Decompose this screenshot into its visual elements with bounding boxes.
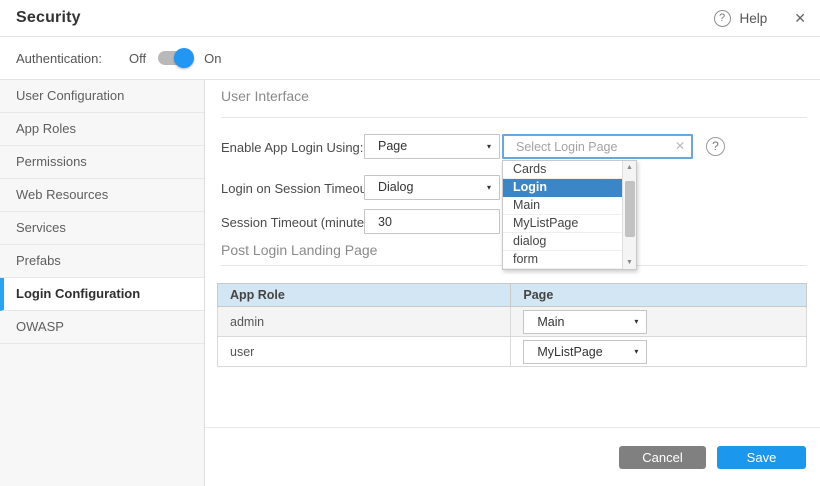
security-dialog: Security ? Help ✕ Authentication: Off On… bbox=[0, 0, 820, 486]
session-timeout-minutes-label: Session Timeout (minutes): bbox=[221, 215, 379, 230]
role-cell-admin: admin bbox=[218, 307, 511, 337]
chevron-down-icon: ▾ bbox=[634, 311, 638, 333]
section-divider bbox=[221, 117, 807, 118]
dropdown-option-main[interactable]: Main bbox=[503, 197, 622, 215]
authentication-toggle[interactable] bbox=[158, 51, 191, 65]
column-header-page: Page bbox=[511, 284, 807, 307]
dropdown-option-form[interactable]: form bbox=[503, 251, 622, 269]
admin-page-select[interactable]: Main ▾ bbox=[523, 310, 647, 334]
toggle-off-label: Off bbox=[129, 51, 146, 66]
session-timeout-mode-value: Dialog bbox=[378, 180, 413, 194]
login-type-select[interactable]: Page ▾ bbox=[364, 134, 500, 159]
authentication-label: Authentication: bbox=[16, 51, 102, 66]
sidebar-item-owasp[interactable]: OWASP bbox=[0, 311, 204, 344]
session-timeout-mode-select[interactable]: Dialog ▾ bbox=[364, 175, 500, 200]
column-header-app-role: App Role bbox=[218, 284, 511, 307]
toggle-thumb bbox=[174, 48, 194, 68]
save-button[interactable]: Save bbox=[717, 446, 806, 469]
sidebar-item-prefabs[interactable]: Prefabs bbox=[0, 245, 204, 278]
scroll-down-icon[interactable]: ▼ bbox=[623, 259, 636, 266]
admin-page-value: Main bbox=[537, 315, 564, 329]
toggle-on-label: On bbox=[204, 51, 221, 66]
login-page-input[interactable] bbox=[502, 134, 693, 159]
sidebar-item-app-roles[interactable]: App Roles bbox=[0, 113, 204, 146]
sidebar-item-user-configuration[interactable]: User Configuration bbox=[0, 80, 204, 113]
authentication-bar: Authentication: Off On bbox=[0, 37, 820, 80]
chevron-down-icon: ▾ bbox=[634, 341, 638, 363]
content-panel: User Interface Enable App Login Using: P… bbox=[205, 80, 820, 486]
scroll-up-icon[interactable]: ▲ bbox=[623, 164, 636, 171]
login-page-dropdown-list: Cards Login Main MyListPage dialog form … bbox=[502, 160, 637, 270]
dropdown-option-mylistpage[interactable]: MyListPage bbox=[503, 215, 622, 233]
dropdown-option-cards[interactable]: Cards bbox=[503, 161, 622, 179]
sidebar-item-web-resources[interactable]: Web Resources bbox=[0, 179, 204, 212]
dropdown-option-dialog[interactable]: dialog bbox=[503, 233, 622, 251]
footer-divider bbox=[205, 427, 820, 428]
enable-app-login-label: Enable App Login Using: bbox=[221, 140, 363, 155]
user-page-select[interactable]: MyListPage ▾ bbox=[523, 340, 647, 364]
user-page-value: MyListPage bbox=[537, 345, 602, 359]
sidebar-item-services[interactable]: Services bbox=[0, 212, 204, 245]
help-icon[interactable]: ? bbox=[714, 10, 731, 27]
section-title-post-login: Post Login Landing Page bbox=[221, 242, 377, 258]
cancel-button[interactable]: Cancel bbox=[619, 446, 706, 469]
dropdown-option-login-selected[interactable]: Login bbox=[503, 179, 622, 197]
clear-input-icon[interactable]: ✕ bbox=[675, 139, 685, 153]
dropdown-scrollbar[interactable]: ▲ ▼ bbox=[622, 161, 636, 269]
chevron-down-icon: ▾ bbox=[487, 135, 491, 158]
session-timeout-minutes-input[interactable] bbox=[364, 209, 500, 234]
role-cell-user: user bbox=[218, 337, 511, 367]
sidebar: User Configuration App Roles Permissions… bbox=[0, 80, 205, 486]
landing-page-table: App Role Page admin Main ▾ user bbox=[217, 283, 807, 367]
scrollbar-thumb[interactable] bbox=[625, 181, 635, 237]
sidebar-item-login-configuration[interactable]: Login Configuration bbox=[0, 278, 204, 311]
page-title: Security bbox=[16, 9, 81, 27]
table-row: admin Main ▾ bbox=[218, 307, 807, 337]
sidebar-item-permissions[interactable]: Permissions bbox=[0, 146, 204, 179]
session-timeout-mode-label: Login on Session Timeout: bbox=[221, 181, 374, 196]
help-link[interactable]: Help bbox=[740, 11, 768, 26]
table-row: user MyListPage ▾ bbox=[218, 337, 807, 367]
dialog-header: Security ? Help ✕ bbox=[0, 0, 820, 37]
chevron-down-icon: ▾ bbox=[487, 176, 491, 199]
section-title-user-interface: User Interface bbox=[221, 88, 309, 104]
field-help-icon[interactable]: ? bbox=[706, 137, 725, 156]
login-type-select-value: Page bbox=[378, 139, 407, 153]
close-icon[interactable]: ✕ bbox=[794, 10, 806, 27]
